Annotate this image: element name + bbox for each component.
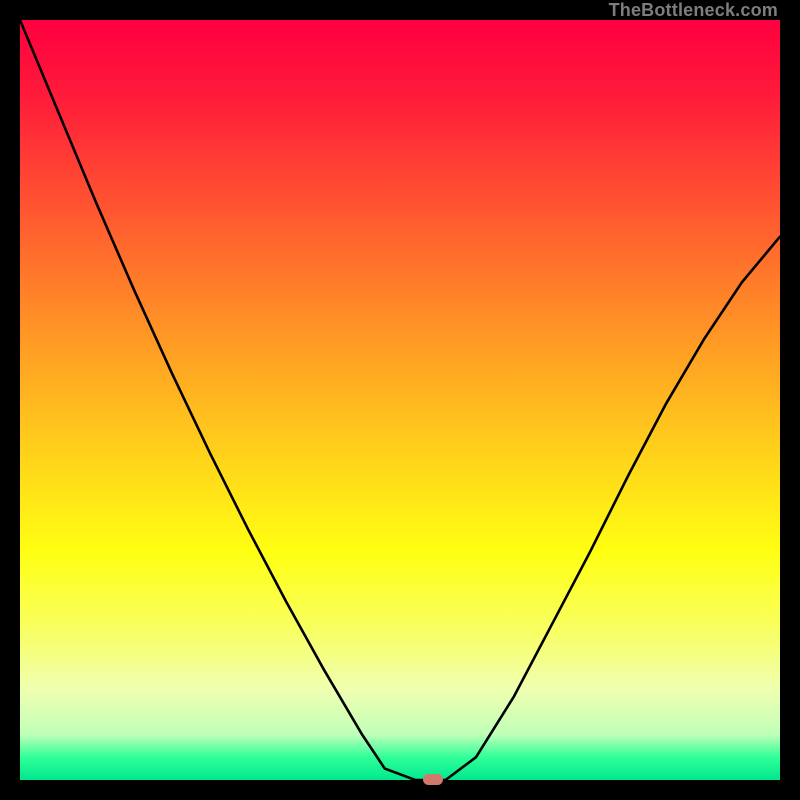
bottleneck-curve: [20, 20, 780, 780]
chart-canvas: TheBottleneck.com: [0, 0, 800, 800]
minimum-marker: [423, 774, 443, 785]
chart-overlay: [20, 20, 780, 780]
attribution-text: TheBottleneck.com: [609, 0, 778, 21]
